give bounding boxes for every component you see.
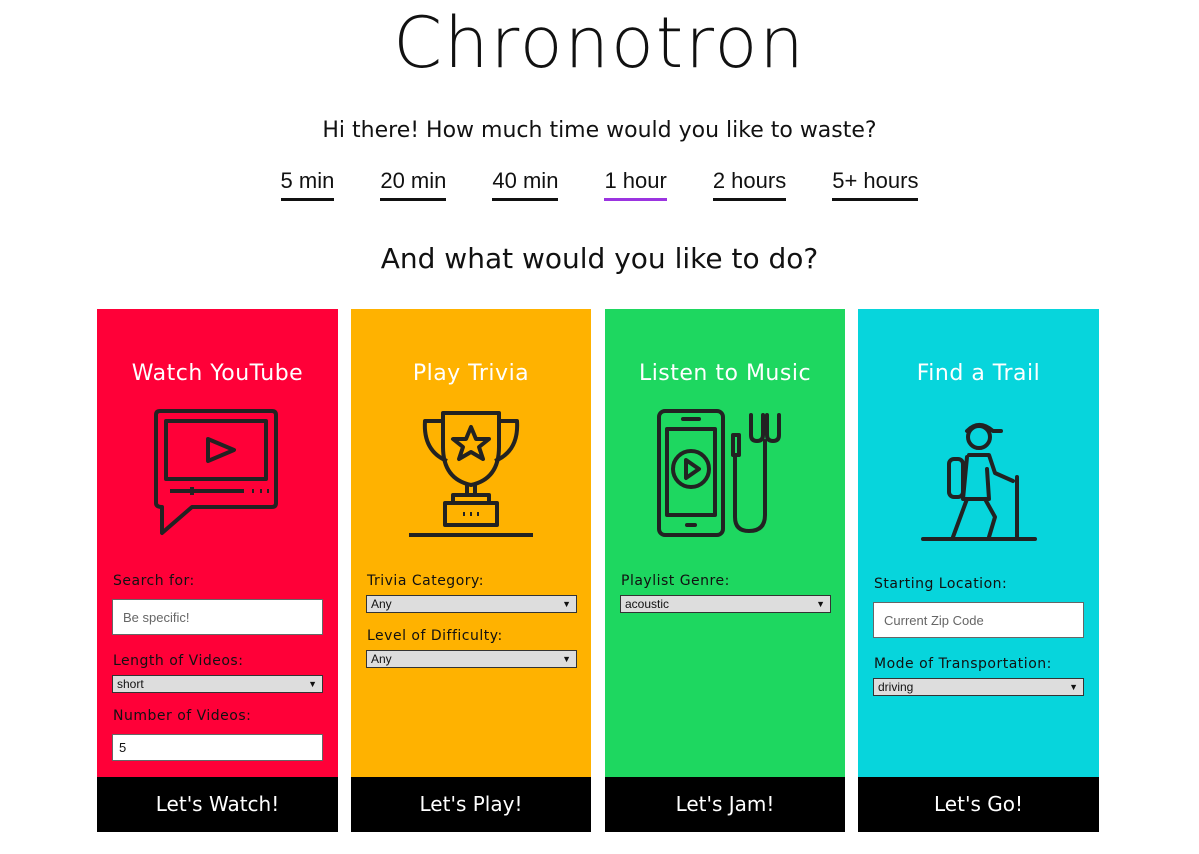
transport-select[interactable]: driving ▼: [873, 678, 1084, 696]
time-option-5-plus-hours[interactable]: 5+ hours: [832, 168, 919, 201]
category-select[interactable]: Any ▼: [366, 595, 577, 613]
activity-question: And what would you like to do?: [380, 242, 819, 275]
music-card: Listen to Music Playlist Genre: acoustic…: [605, 309, 845, 832]
time-question: Hi there! How much time would you like t…: [322, 118, 877, 143]
difficulty-select-value: Any: [371, 652, 392, 666]
app-title: Chronotron: [393, 2, 806, 84]
trail-card-title: Find a Trail: [916, 361, 1041, 386]
transport-label: Mode of Transportation:: [874, 656, 1052, 672]
trivia-card: Play Trivia Trivia Category: Any ▼ Level…: [351, 309, 591, 832]
genre-select-value: acoustic: [625, 597, 670, 611]
youtube-card-title: Watch YouTube: [131, 361, 304, 386]
search-input[interactable]: [112, 599, 323, 635]
music-card-title: Listen to Music: [638, 361, 812, 386]
watch-button[interactable]: Let's Watch!: [97, 777, 338, 832]
time-options: 5 min 20 min 40 min 1 hour 2 hours 5+ ho…: [0, 168, 1199, 201]
jam-button[interactable]: Let's Jam!: [605, 777, 845, 832]
dropdown-arrow-icon: ▼: [562, 599, 571, 609]
transport-select-value: driving: [878, 680, 914, 694]
play-button[interactable]: Let's Play!: [351, 777, 591, 832]
phone-earbuds-icon: [657, 409, 781, 537]
trail-card: Find a Trail Starting Location: Mode of …: [858, 309, 1099, 832]
genre-select[interactable]: acoustic ▼: [620, 595, 831, 613]
youtube-card: Watch YouTube Search for: Length of Vide…: [97, 309, 338, 832]
number-input[interactable]: [112, 734, 323, 761]
length-label: Length of Videos:: [113, 653, 244, 669]
time-option-20-min[interactable]: 20 min: [380, 168, 447, 201]
go-button[interactable]: Let's Go!: [858, 777, 1099, 832]
location-input[interactable]: [873, 602, 1084, 638]
difficulty-label: Level of Difficulty:: [367, 628, 503, 644]
dropdown-arrow-icon: ▼: [816, 599, 825, 609]
trophy-icon: [409, 411, 533, 537]
length-select-value: short: [117, 677, 144, 691]
time-option-5-min[interactable]: 5 min: [280, 168, 335, 201]
time-option-1-hour[interactable]: 1 hour: [604, 168, 667, 201]
location-label: Starting Location:: [874, 576, 1008, 592]
dropdown-arrow-icon: ▼: [308, 679, 317, 689]
difficulty-select[interactable]: Any ▼: [366, 650, 577, 668]
length-select[interactable]: short ▼: [112, 675, 323, 693]
video-chat-icon: [153, 409, 278, 535]
number-label: Number of Videos:: [113, 708, 252, 724]
category-select-value: Any: [371, 597, 392, 611]
search-label: Search for:: [113, 573, 195, 589]
hiker-icon: [920, 423, 1037, 541]
category-label: Trivia Category:: [367, 573, 484, 589]
time-option-2-hours[interactable]: 2 hours: [712, 168, 787, 201]
dropdown-arrow-icon: ▼: [562, 654, 571, 664]
genre-label: Playlist Genre:: [621, 573, 730, 589]
trivia-card-title: Play Trivia: [412, 361, 530, 386]
time-option-40-min[interactable]: 40 min: [492, 168, 559, 201]
dropdown-arrow-icon: ▼: [1069, 682, 1078, 692]
